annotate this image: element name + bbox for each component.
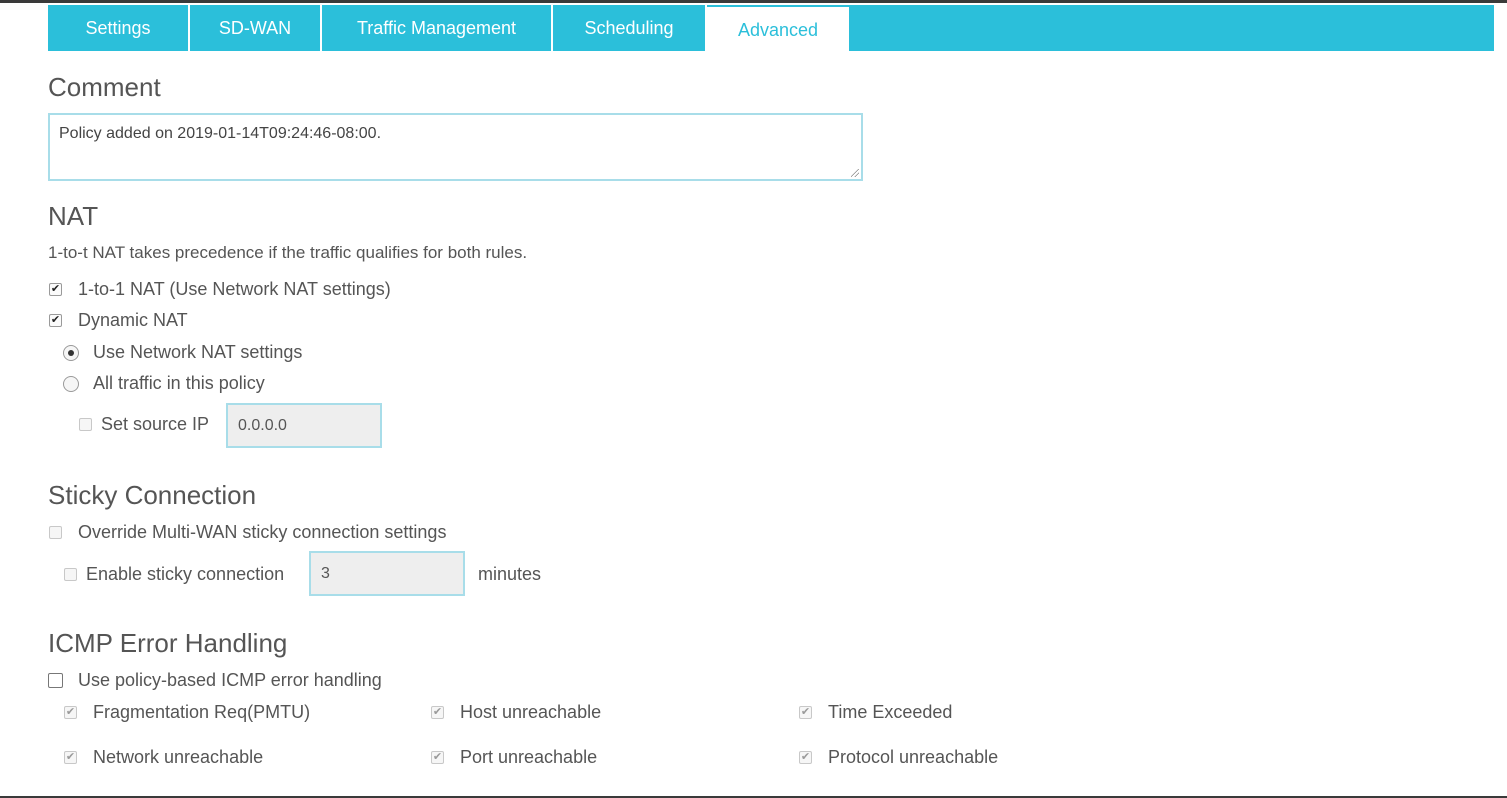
tab-advanced[interactable]: Advanced (707, 7, 849, 54)
sticky-section-title: Sticky Connection (48, 480, 257, 510)
icmp-policy-option[interactable]: Use policy-based ICMP error handling (48, 670, 382, 691)
icmp-policy-label: Use policy-based ICMP error handling (78, 670, 382, 690)
tab-label: Scheduling (584, 17, 674, 38)
icmp-time-exceeded-label: Time Exceeded (828, 702, 953, 722)
one-to-one-nat-option[interactable]: ✔ 1-to-1 NAT (Use Network NAT settings) (49, 279, 391, 300)
icmp-policy-checkbox[interactable] (48, 673, 63, 688)
icmp-option-fragmentation[interactable]: ✔ Fragmentation Req(PMTU) (64, 702, 310, 723)
sticky-minutes-input[interactable]: 3 (309, 551, 465, 596)
icmp-time-exceeded-checkbox[interactable]: ✔ (799, 706, 812, 719)
tab-scheduling[interactable]: Scheduling (553, 5, 707, 51)
override-sticky-checkbox[interactable] (49, 526, 62, 539)
set-source-ip-label: Set source IP (101, 414, 210, 434)
icmp-host-unreachable-label: Host unreachable (460, 702, 602, 722)
tab-label: Settings (85, 17, 151, 38)
icmp-option-port-unreachable[interactable]: ✔ Port unreachable (431, 747, 597, 768)
tab-settings[interactable]: Settings (48, 5, 190, 51)
radio-use-network-nat[interactable]: Use Network NAT settings (63, 342, 302, 363)
dynamic-nat-checkbox[interactable]: ✔ (49, 314, 62, 327)
icmp-option-network-unreachable[interactable]: ✔ Network unreachable (64, 747, 263, 768)
nat-section-title: NAT (48, 201, 99, 231)
resize-grip-icon[interactable] (851, 169, 859, 177)
enable-sticky-option[interactable]: Enable sticky connection (64, 564, 284, 585)
radio-all-traffic[interactable]: All traffic in this policy (63, 373, 265, 394)
dynamic-nat-option[interactable]: ✔ Dynamic NAT (49, 310, 188, 331)
source-ip-value: 0.0.0.0 (238, 416, 287, 434)
source-ip-input[interactable]: 0.0.0.0 (226, 403, 382, 448)
tab-label: Traffic Management (356, 17, 517, 38)
icmp-port-unreachable-label: Port unreachable (460, 747, 598, 767)
icmp-option-protocol-unreachable[interactable]: ✔ Protocol unreachable (799, 747, 998, 768)
icmp-network-unreachable-label: Network unreachable (93, 747, 264, 767)
icmp-option-host-unreachable[interactable]: ✔ Host unreachable (431, 702, 601, 723)
icmp-option-time-exceeded[interactable]: ✔ Time Exceeded (799, 702, 952, 723)
icmp-protocol-unreachable-label: Protocol unreachable (828, 747, 999, 767)
set-source-ip-checkbox[interactable] (79, 418, 92, 431)
radio-all-traffic-button[interactable] (63, 375, 79, 392)
radio-all-traffic-label: All traffic in this policy (93, 373, 265, 393)
tab-label: Advanced (737, 20, 819, 40)
set-source-ip-option[interactable]: Set source IP (79, 414, 209, 435)
override-sticky-option[interactable]: Override Multi-WAN sticky connection set… (49, 522, 446, 543)
tab-sd-wan[interactable]: SD-WAN (190, 5, 322, 51)
dynamic-nat-label: Dynamic NAT (78, 310, 188, 330)
enable-sticky-checkbox[interactable] (64, 568, 77, 581)
icmp-section-title: ICMP Error Handling (48, 628, 288, 658)
one-to-one-nat-label: 1-to-1 NAT (Use Network NAT settings) (78, 279, 391, 299)
enable-sticky-label: Enable sticky connection (86, 564, 285, 584)
minutes-unit-label: minutes (478, 564, 542, 584)
comment-section-title: Comment (48, 72, 161, 102)
icmp-fragmentation-checkbox[interactable]: ✔ (64, 706, 77, 719)
radio-use-network-nat-button[interactable] (63, 344, 79, 361)
tab-bar: Settings SD-WAN Traffic Management Sched… (48, 5, 1494, 54)
nat-precedence-note: 1-to-t NAT takes precedence if the traff… (48, 243, 528, 262)
top-border (0, 0, 1507, 3)
comment-text: Policy added on 2019-01-14T09:24:46-08:0… (59, 125, 382, 142)
tab-traffic-management[interactable]: Traffic Management (322, 5, 553, 51)
one-to-one-nat-checkbox[interactable]: ✔ (49, 283, 62, 296)
override-sticky-label: Override Multi-WAN sticky connection set… (78, 522, 447, 542)
tab-label: SD-WAN (218, 17, 292, 38)
radio-selected-dot (68, 349, 74, 356)
icmp-fragmentation-label: Fragmentation Req(PMTU) (93, 702, 311, 722)
radio-use-network-nat-label: Use Network NAT settings (93, 342, 303, 362)
icmp-port-unreachable-checkbox[interactable]: ✔ (431, 751, 444, 764)
icmp-network-unreachable-checkbox[interactable]: ✔ (64, 751, 77, 764)
sticky-minutes-value: 3 (321, 564, 330, 582)
comment-textarea[interactable]: Policy added on 2019-01-14T09:24:46-08:0… (48, 113, 863, 181)
icmp-host-unreachable-checkbox[interactable]: ✔ (431, 706, 444, 719)
icmp-protocol-unreachable-checkbox[interactable]: ✔ (799, 751, 812, 764)
